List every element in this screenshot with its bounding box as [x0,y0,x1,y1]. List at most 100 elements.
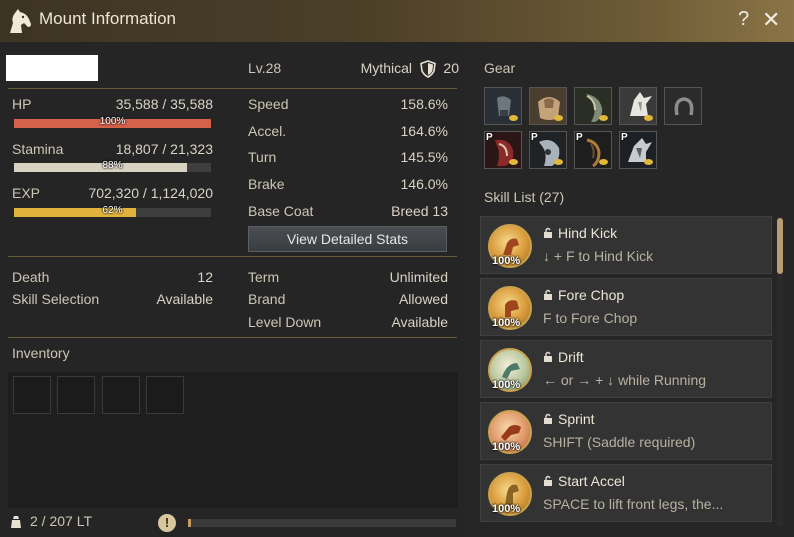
brake-label: Brake [248,176,285,192]
brake-value: 146.0% [400,176,448,192]
skill-name: Sprint [558,411,595,427]
skill-description: SPACE to lift front legs, the... [543,496,724,512]
hp-bar: 100% [14,116,211,128]
horseshoe-icon [665,88,701,124]
upgrade-coin-icon [599,159,608,165]
level-down-label: Level Down [248,314,322,330]
gear-slot-horseshoe[interactable] [664,87,702,125]
term-label: Term [248,269,280,285]
skill-description: ↓ + F to Hind Kick [543,248,654,264]
skill-level: 100% [492,317,521,329]
inventory-slot[interactable] [146,376,184,414]
drift-icon: 100% [488,348,532,392]
mount-level: Lv.28 [248,60,282,76]
divider [8,88,457,89]
exp-percent: 62% [102,205,123,216]
inventory-title: Inventory [12,345,70,361]
skill-selection-value: Available [156,291,213,307]
upgrade-coin-icon [509,159,518,165]
gear-slot-premium-armor-silver[interactable]: P [529,131,567,169]
skill-name: Start Accel [558,473,625,489]
skill-item-drift[interactable]: 100% Drift ← or → + ↓ while Running [480,340,772,398]
speed-label: Speed [248,96,289,112]
premium-badge: P [531,132,538,143]
exp-bar: 62% [14,205,211,217]
inventory-weight: 2 / 207 LT [30,513,93,529]
lock-icon [544,413,552,424]
mount-tier: 20 [443,60,459,76]
skill-level: 100% [492,379,521,391]
weight-progress-fill [188,519,191,527]
gear-slot-premium-helm[interactable]: P [619,131,657,169]
weight-progress-bar [188,519,456,527]
speed-value: 158.6% [400,96,448,112]
shield-icon [420,60,436,78]
window-title: Mount Information [39,9,177,28]
turn-value: 145.5% [400,149,448,165]
skill-level: 100% [492,441,521,453]
lock-icon [544,475,552,486]
mount-stats-panel: Lv.28 Mythical 20 HP 35,588 / 35,588 100… [0,42,470,537]
hp-percent: 100% [99,116,126,127]
skill-name: Hind Kick [558,225,618,241]
base-coat-value: Breed 13 [391,203,448,219]
divider [8,337,457,338]
gear-slot-armor[interactable] [574,87,612,125]
skill-item-sprint[interactable]: 100% Sprint SHIFT (Saddle required) [480,402,772,460]
inventory-slot[interactable] [13,376,51,414]
upgrade-coin-icon [644,159,653,165]
skill-item-start-accel[interactable]: 100% Start Accel SPACE to lift front leg… [480,464,772,522]
help-button[interactable]: ? [738,8,749,31]
exp-label: EXP [12,185,41,201]
inventory-slot[interactable] [102,376,140,414]
gear-slot-saddle[interactable] [529,87,567,125]
close-button[interactable]: ✕ [762,7,780,33]
gear-slot-premium-armor[interactable]: P [484,131,522,169]
mount-information-window: Mount Information ? ✕ Lv.28 Mythical 20 … [0,0,794,537]
hp-value: 35,588 / 35,588 [115,96,213,112]
skill-item-fore-chop[interactable]: 100% Fore Chop F to Fore Chop [480,278,772,336]
inventory-slot[interactable] [57,376,95,414]
divider [8,256,457,257]
upgrade-coin-icon [509,115,518,121]
view-detailed-stats-button[interactable]: View Detailed Stats [248,226,447,252]
stamina-value: 18,807 / 21,323 [115,141,213,157]
base-coat-label: Base Coat [248,203,314,219]
accel-label: Accel. [248,123,287,139]
lock-icon [544,351,552,362]
death-label: Death [12,269,50,285]
fore-chop-icon: 100% [488,286,532,330]
level-down-value: Available [391,314,448,330]
skill-description: ← or → + ↓ while Running [543,372,707,388]
lock-icon [544,289,552,300]
skill-list-title: Skill List (27) [484,189,565,205]
upgrade-coin-icon [599,115,608,121]
sprint-icon: 100% [488,410,532,454]
skill-list[interactable]: 100% Hind Kick ↓ + F to Hind Kick 100% F… [480,216,784,526]
premium-badge: P [621,132,628,143]
skill-list-scrollbar[interactable] [777,216,783,526]
warning-icon[interactable]: ! [158,514,176,532]
weight-icon [11,516,21,528]
skill-level: 100% [492,503,521,515]
stamina-label: Stamina [12,141,64,157]
skill-item-hind-kick[interactable]: 100% Hind Kick ↓ + F to Hind Kick [480,216,772,274]
mount-grade: Mythical [360,60,412,76]
gear-slot-stirrup[interactable] [484,87,522,125]
death-value: 12 [197,269,213,285]
gear-slot-helm[interactable] [619,87,657,125]
scrollbar-thumb[interactable] [777,218,783,274]
accel-value: 164.6% [400,123,448,139]
skill-name: Drift [558,349,584,365]
gear-slot-premium-saddle[interactable]: P [574,131,612,169]
skill-selection-label: Skill Selection [12,291,100,307]
start-accel-icon: 100% [488,472,532,516]
turn-label: Turn [248,149,277,165]
skill-description: F to Fore Chop [543,310,638,326]
hind-kick-icon: 100% [488,224,532,268]
exp-value: 702,320 / 1,124,020 [88,185,213,201]
title-bar[interactable]: Mount Information ? ✕ [0,0,794,42]
stamina-percent: 88% [102,160,123,171]
mount-name-field [6,55,98,81]
brand-value: Allowed [398,291,448,307]
